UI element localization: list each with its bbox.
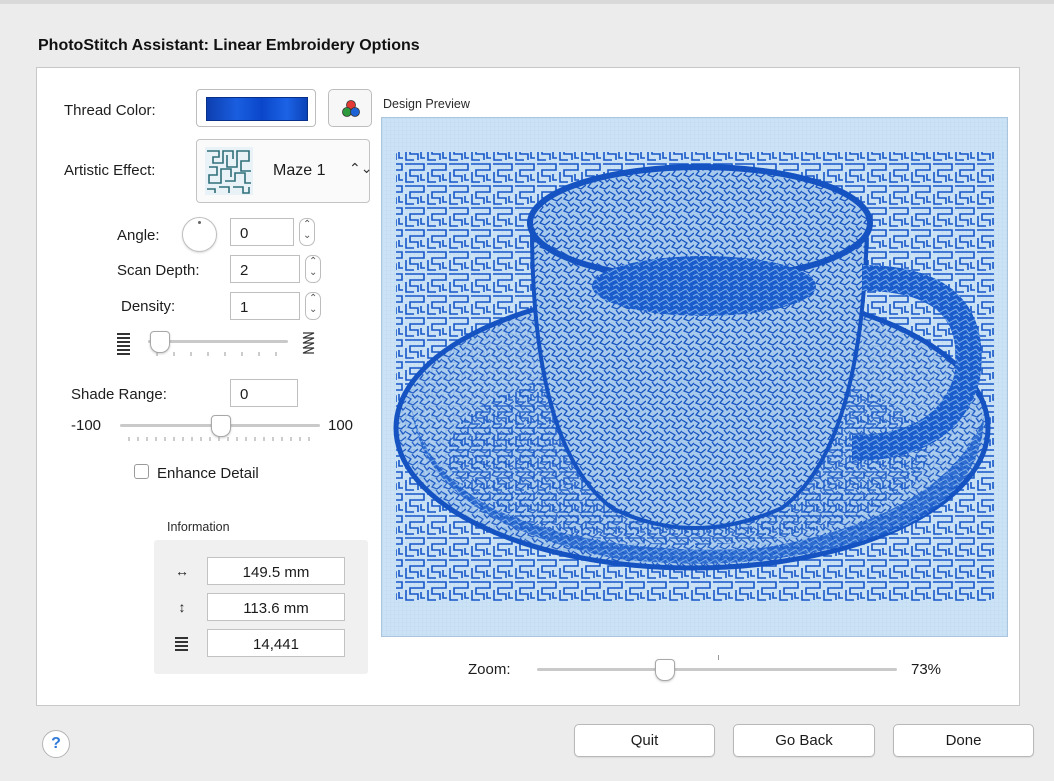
zoom-slider-knob[interactable] — [655, 659, 675, 681]
information-title: Information — [167, 520, 230, 534]
shade-range-ticks — [128, 437, 310, 441]
thread-color-fill — [206, 97, 308, 121]
stitch-count-icon — [175, 637, 188, 651]
angle-dial[interactable] — [182, 217, 217, 252]
shade-range-max: 100 — [328, 417, 354, 434]
quit-button[interactable]: Quit — [574, 724, 715, 757]
scan-depth-label: Scan Depth: — [117, 262, 200, 279]
maze-thumbnail-icon — [205, 147, 253, 195]
density-stepper[interactable] — [305, 292, 321, 320]
shade-range-min: -100 — [71, 417, 102, 434]
height-arrow-icon: ↕ — [178, 599, 186, 615]
shade-range-input[interactable]: 0 — [230, 379, 298, 407]
dense-stitch-icon — [117, 333, 130, 355]
density-input[interactable]: 1 — [230, 292, 300, 320]
density-slider-knob[interactable] — [150, 331, 170, 353]
window-top-edge — [0, 0, 1054, 4]
zoom-slider-track[interactable] — [537, 668, 897, 671]
density-slider-ticks — [156, 352, 277, 356]
angle-label: Angle: — [117, 227, 160, 244]
zoom-value: 73% — [911, 661, 942, 678]
design-preview-title: Design Preview — [383, 97, 470, 111]
color-palette-icon — [342, 100, 360, 117]
shade-range-slider-knob[interactable] — [211, 415, 231, 437]
loose-stitch-icon — [302, 332, 315, 354]
embroidery-preview-image — [382, 118, 1007, 636]
enhance-detail-label: Enhance Detail — [157, 465, 259, 482]
design-width-field: 149.5 mm — [207, 557, 345, 585]
angle-stepper[interactable] — [299, 218, 315, 246]
angle-input[interactable]: 0 — [230, 218, 294, 246]
color-palette-button[interactable] — [328, 89, 372, 127]
scan-depth-stepper[interactable] — [305, 255, 321, 283]
artistic-effect-label: Artistic Effect: — [64, 162, 156, 179]
scan-depth-input[interactable]: 2 — [230, 255, 300, 283]
shade-range-label: Shade Range: — [71, 386, 167, 403]
design-height-field: 113.6 mm — [207, 593, 345, 621]
design-preview-canvas — [381, 117, 1008, 637]
dialog-title: PhotoStitch Assistant: Linear Embroidery… — [38, 37, 420, 54]
artistic-effect-value: Maze 1 — [273, 162, 326, 179]
thread-color-swatch[interactable] — [196, 89, 316, 127]
thread-color-label: Thread Color: — [64, 102, 156, 119]
help-button[interactable]: ? — [42, 730, 70, 758]
done-button[interactable]: Done — [893, 724, 1034, 757]
zoom-slider-tick — [718, 655, 719, 660]
width-arrow-icon: ↔ — [175, 563, 189, 579]
chevron-updown-icon: ⌃⌄ — [349, 160, 373, 176]
enhance-detail-checkbox[interactable] — [134, 464, 149, 479]
zoom-label: Zoom: — [468, 661, 511, 678]
stitch-count-field: 14,441 — [207, 629, 345, 657]
density-label: Density: — [121, 298, 176, 315]
go-back-button[interactable]: Go Back — [733, 724, 875, 757]
artistic-effect-select[interactable]: Maze 1 ⌃⌄ — [196, 139, 373, 203]
